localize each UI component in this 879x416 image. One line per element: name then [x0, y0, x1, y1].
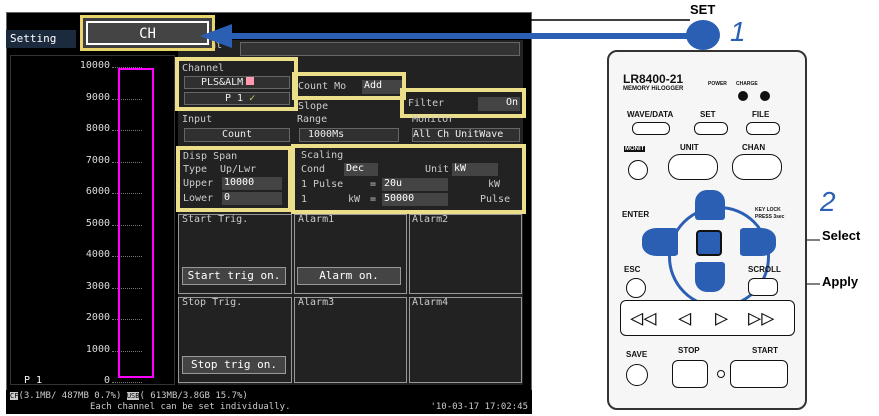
forward-icon[interactable]: ▷ — [715, 306, 728, 331]
power-label: POWER — [708, 81, 727, 87]
esc-key[interactable] — [626, 278, 646, 298]
power-led — [738, 91, 748, 101]
chan-key-label: CHAN — [742, 143, 766, 152]
start-label: START — [752, 346, 779, 355]
left-key[interactable] — [642, 228, 678, 256]
stop-label: STOP — [678, 346, 700, 355]
down-key[interactable] — [695, 262, 725, 292]
rewind-icon[interactable]: ◁ — [678, 306, 691, 331]
stop-key[interactable] — [672, 360, 708, 388]
press-label: PRESS 3sec — [755, 214, 785, 220]
scroll-label: SCROLL — [748, 265, 781, 274]
select-label: Select — [822, 228, 861, 243]
unit-key[interactable] — [668, 154, 718, 180]
start-led — [717, 370, 725, 378]
keylock-label: KEY LOCK — [755, 207, 781, 213]
set-key[interactable] — [694, 122, 728, 135]
start-key[interactable] — [730, 360, 788, 388]
set-label: SET — [700, 110, 716, 119]
set-key-callout — [686, 20, 720, 50]
chan-key[interactable] — [732, 154, 782, 180]
file-key[interactable] — [746, 122, 780, 135]
scroll-key[interactable] — [748, 278, 778, 296]
wave-data-label: WAVE/DATA — [627, 110, 674, 119]
save-key[interactable] — [626, 364, 648, 386]
save-label: SAVE — [626, 350, 648, 359]
step-2: 2 — [820, 186, 836, 217]
model-label: LR8400-21 — [623, 72, 684, 86]
up-key[interactable] — [695, 190, 725, 220]
step-1: 1 — [730, 16, 746, 47]
right-key[interactable] — [740, 228, 776, 256]
file-label: FILE — [752, 110, 770, 119]
apply-label: Apply — [822, 274, 859, 289]
wave-data-key[interactable] — [632, 122, 670, 135]
unit-key-label: UNIT — [680, 143, 699, 152]
charge-label: CHARGE — [736, 81, 758, 87]
enter-label: ENTER — [622, 210, 650, 219]
fast-forward-icon[interactable]: ▷▷ — [748, 306, 775, 331]
monit-key[interactable] — [628, 160, 648, 180]
model-subtitle: MEMORY HiLOGGER — [623, 86, 684, 92]
esc-label: ESC — [624, 265, 641, 274]
enter-center-key[interactable] — [696, 230, 722, 256]
monit-label: MONIT — [624, 146, 646, 152]
charge-led — [760, 91, 770, 101]
fast-rewind-icon[interactable]: ◁◁ — [630, 306, 657, 331]
set-callout-label: SET — [690, 2, 716, 17]
